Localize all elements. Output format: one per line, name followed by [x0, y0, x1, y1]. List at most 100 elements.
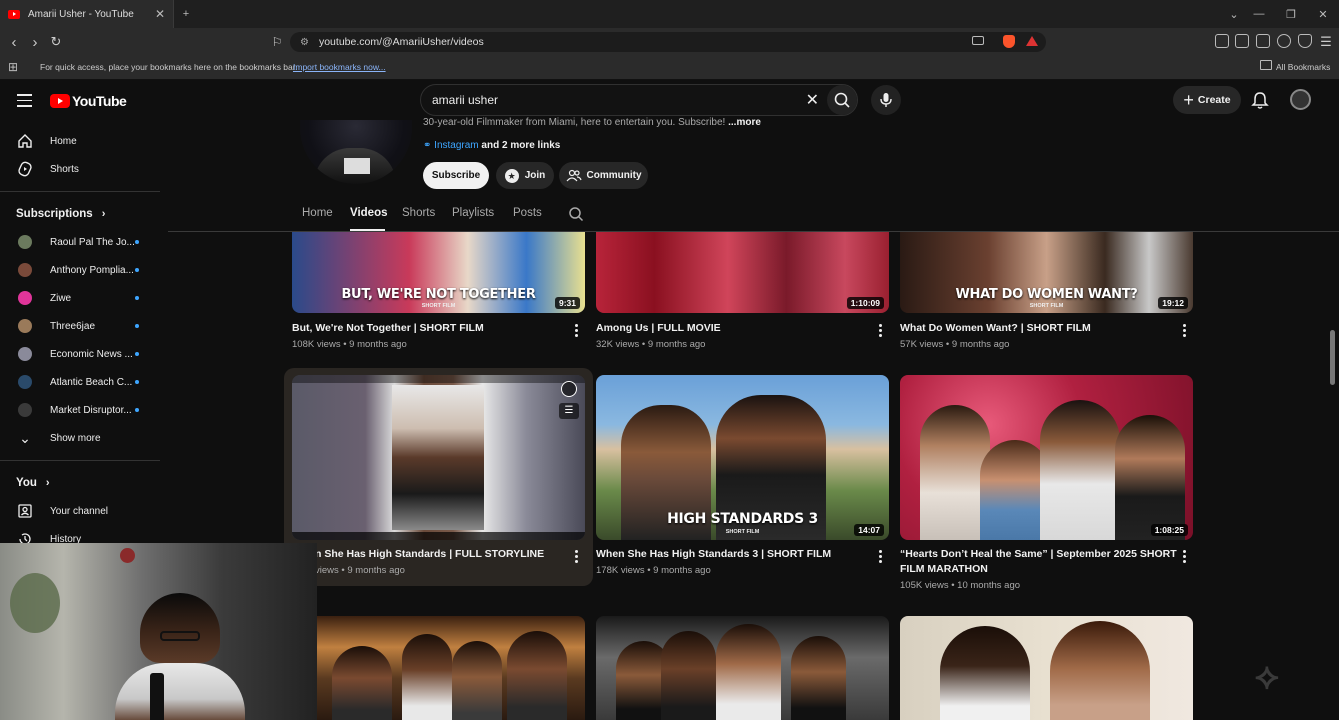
video-thumbnail[interactable]: 1:08:25 — [900, 375, 1193, 540]
video-meta: 105K views • 10 months ago — [900, 580, 1021, 591]
brave-shield-icon[interactable] — [1003, 35, 1015, 48]
subscriptions-heading[interactable]: Subscriptions › — [16, 208, 105, 220]
hamburger-menu-icon[interactable] — [17, 94, 32, 107]
search-input[interactable]: amarii usher ✕ — [420, 84, 858, 116]
video-title[interactable]: But, We're Not Together | SHORT FILM — [292, 321, 562, 336]
chevron-down-icon: ⌄ — [19, 429, 31, 446]
video-duration: 19:12 — [1158, 297, 1188, 309]
sidebar-item-shorts[interactable]: Shorts — [0, 155, 160, 183]
tab-search-chevron-icon[interactable]: ⌄ — [1220, 0, 1248, 28]
tab-posts[interactable]: Posts — [513, 207, 542, 219]
search-button[interactable] — [827, 85, 857, 115]
add-to-queue-icon[interactable]: ☰ — [559, 403, 579, 419]
apps-grid-icon[interactable]: ⊞ — [8, 60, 18, 74]
channel-avatar — [18, 403, 32, 417]
notifications-button[interactable] — [1250, 90, 1270, 110]
video-title[interactable]: n She Has High Standards | FULL STORYLIN… — [315, 547, 565, 562]
sidebar-item-your-channel[interactable]: Your channel — [0, 497, 160, 525]
video-thumbnail[interactable]: BUT, WE'RE NOT TOGETHER SHORT FILM 9:31 — [292, 232, 585, 313]
rewards-icon[interactable] — [1026, 36, 1038, 46]
restore-icon[interactable]: ❐ — [1277, 0, 1305, 28]
show-more-button[interactable]: ⌄ Show more — [0, 424, 160, 452]
video-title[interactable]: What Do Women Want? | SHORT FILM — [900, 321, 1170, 336]
video-thumbnail[interactable] — [292, 616, 585, 720]
more-actions-icon[interactable] — [575, 324, 579, 338]
tab-home[interactable]: Home — [302, 207, 333, 219]
watch-later-icon[interactable] — [561, 381, 577, 397]
subscription-item[interactable]: Atlantic Beach C... — [0, 368, 160, 396]
description-more-link[interactable]: ...more — [728, 117, 761, 128]
close-window-icon[interactable]: ✕ — [1309, 0, 1337, 28]
search-value: amarii usher — [432, 93, 499, 107]
more-actions-icon[interactable] — [1183, 550, 1187, 564]
channel-links[interactable]: ⚭ Instagram and 2 more links — [423, 140, 560, 151]
import-bookmarks-link[interactable]: Import bookmarks now... — [293, 62, 386, 72]
leo-ai-icon[interactable] — [1277, 34, 1291, 48]
tab-shorts[interactable]: Shorts — [402, 207, 435, 219]
chevron-right-icon: › — [101, 208, 106, 220]
close-tab-icon[interactable]: ✕ — [155, 7, 165, 21]
extensions-icon[interactable] — [1215, 34, 1229, 48]
video-title[interactable]: When She Has High Standards 3 | SHORT FI… — [596, 547, 866, 562]
video-thumbnail[interactable]: 1:10:09 — [596, 232, 889, 313]
more-actions-icon[interactable] — [1183, 324, 1187, 338]
sidebar-item-home[interactable]: Home — [0, 127, 160, 155]
subscription-item[interactable]: Raoul Pal The Jo... — [0, 228, 160, 256]
cast-icon[interactable] — [972, 36, 984, 45]
tab-videos[interactable]: Videos — [350, 207, 388, 219]
create-button[interactable]: + Create — [1173, 86, 1241, 114]
menu-icon[interactable]: ☰ — [1315, 28, 1337, 56]
video-title[interactable]: Among Us | FULL MOVIE — [596, 321, 866, 336]
video-thumbnail[interactable] — [900, 616, 1193, 720]
chevron-right-icon: › — [45, 477, 50, 489]
home-icon — [18, 134, 32, 148]
community-button[interactable]: Community — [559, 162, 648, 189]
youtube-logo[interactable]: YouTube — [50, 93, 127, 109]
url-field[interactable]: ⚙ youtube.com/@AmariiUsher/videos — [290, 32, 1046, 52]
search-icon — [569, 207, 584, 222]
tab-playlists[interactable]: Playlists — [452, 207, 494, 219]
voice-search-button[interactable] — [871, 85, 901, 115]
minimize-icon[interactable]: — — [1245, 0, 1273, 28]
bell-icon — [1251, 92, 1269, 109]
subscription-item[interactable]: Three6jae — [0, 312, 160, 340]
new-tab-icon[interactable]: + — [172, 0, 200, 28]
subscription-item[interactable]: Ziwe — [0, 284, 160, 312]
video-thumbnail[interactable] — [596, 616, 889, 720]
reload-icon[interactable]: ↻ — [45, 28, 67, 56]
new-content-dot — [135, 240, 139, 244]
video-title[interactable]: “Hearts Don’t Heal the Same” | September… — [900, 547, 1180, 577]
join-button[interactable]: ★ Join — [496, 162, 554, 189]
more-actions-icon[interactable] — [879, 324, 883, 338]
subscription-item[interactable]: Anthony Pomplia... — [0, 256, 160, 284]
video-thumbnail[interactable]: WHAT DO WOMEN WANT? SHORT FILM 19:12 — [900, 232, 1193, 313]
page-scrollbar[interactable] — [1330, 330, 1335, 385]
sidebar-toggle-icon[interactable] — [1235, 34, 1249, 48]
youtube-play-logo-icon — [50, 94, 70, 108]
channel-search-button[interactable] — [568, 206, 584, 222]
bookmark-icon[interactable]: ⚐ — [266, 28, 288, 56]
more-actions-icon[interactable] — [879, 550, 883, 564]
subscription-item[interactable]: Economic News ... — [0, 340, 160, 368]
channel-description[interactable]: 30-year-old Filmmaker from Miami, here t… — [423, 117, 761, 128]
subscribe-button[interactable]: Subscribe — [423, 162, 489, 189]
account-avatar[interactable] — [1290, 89, 1311, 110]
webcam-overlay — [0, 543, 317, 720]
browser-tab[interactable]: Amarii Usher - YouTube ✕ — [0, 0, 174, 28]
back-icon[interactable]: ‹ — [3, 28, 25, 56]
subscription-item[interactable]: Market Disruptor... — [0, 396, 160, 424]
forward-icon[interactable]: › — [24, 28, 46, 56]
vpn-shield-icon[interactable] — [1298, 34, 1312, 48]
all-bookmarks-button[interactable]: All Bookmarks — [1276, 62, 1330, 72]
video-thumbnail[interactable]: ☰ — [292, 375, 585, 540]
channel-avatar-large[interactable] — [300, 120, 412, 184]
you-heading[interactable]: You › — [16, 477, 50, 489]
instagram-link[interactable]: Instagram — [434, 140, 478, 151]
video-thumbnail[interactable]: HIGH STANDARDS 3 SHORT FILM 14:07 — [596, 375, 889, 540]
clear-search-icon[interactable]: ✕ — [806, 90, 819, 110]
site-info-icon[interactable]: ⚙ — [300, 37, 309, 48]
more-links[interactable]: and 2 more links — [481, 140, 560, 151]
wallet-icon[interactable] — [1256, 34, 1270, 48]
tab-title: Amarii Usher - YouTube — [28, 8, 134, 20]
more-actions-icon[interactable] — [575, 550, 579, 564]
